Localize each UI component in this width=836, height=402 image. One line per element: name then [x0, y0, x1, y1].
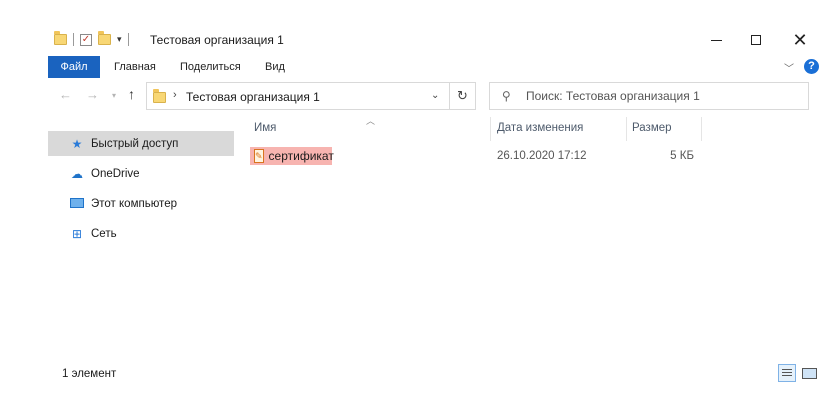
help-icon[interactable]: ? — [804, 59, 819, 74]
up-arrow-icon[interactable]: ↑ — [128, 86, 135, 102]
navigation-bar: ← → ▾ ↑ › Тестовая организация 1 ⌄ ↻ ⚲ — [0, 82, 836, 110]
recent-locations-icon[interactable]: ▾ — [112, 91, 116, 100]
tab-view[interactable]: Вид — [265, 56, 285, 78]
network-icon: ⊞ — [71, 226, 83, 241]
sidebar-item-quick-access[interactable]: ★ Быстрый доступ — [48, 131, 234, 156]
tab-file[interactable]: Файл — [48, 56, 100, 78]
sidebar-item-label: Этот компьютер — [91, 197, 177, 210]
window-title: Тестовая организация 1 — [150, 33, 284, 47]
column-header-name[interactable]: Имя — [254, 122, 276, 134]
column-divider[interactable] — [490, 117, 491, 141]
tab-home[interactable]: Главная — [114, 56, 156, 78]
tab-share[interactable]: Поделиться — [180, 56, 241, 78]
star-icon: ★ — [71, 136, 83, 151]
file-row[interactable]: ✎ сертификат 26.10.2020 17:12 5 КБ — [250, 145, 710, 167]
cloud-icon: ☁ — [71, 166, 83, 181]
sort-ascending-icon: ︿ — [366, 116, 376, 126]
sidebar-item-onedrive[interactable]: ☁ OneDrive — [48, 161, 234, 186]
refresh-button[interactable]: ↻ — [450, 82, 476, 110]
sidebar-item-label: Сеть — [91, 227, 117, 240]
minimize-icon — [710, 39, 722, 41]
computer-icon — [69, 197, 85, 211]
address-path[interactable]: Тестовая организация 1 — [186, 90, 320, 104]
close-button[interactable]: ✕ — [788, 30, 812, 50]
column-divider[interactable] — [701, 117, 702, 141]
sidebar-item-network[interactable]: ⊞ Сеть — [48, 221, 234, 246]
expand-ribbon-icon[interactable]: ﹀ — [784, 60, 794, 75]
quick-access-toolbar: ✓ ▾ — [54, 31, 129, 46]
search-input[interactable] — [526, 89, 802, 103]
column-header-size[interactable]: Размер — [632, 122, 672, 134]
file-date: 26.10.2020 17:12 — [497, 150, 587, 162]
close-icon: ✕ — [792, 29, 808, 50]
column-divider[interactable] — [626, 117, 627, 141]
toolbar-separator — [73, 33, 74, 46]
sidebar-item-label: OneDrive — [91, 167, 140, 180]
large-icons-view-icon[interactable] — [800, 364, 818, 382]
maximize-button[interactable] — [744, 30, 768, 50]
title-bar: ✓ ▾ Тестовая организация 1 ✕ — [0, 26, 836, 56]
toolbar-separator — [127, 33, 129, 46]
sidebar-item-this-pc[interactable]: Этот компьютер — [48, 191, 234, 216]
address-bar[interactable]: › Тестовая организация 1 ⌄ — [146, 82, 450, 110]
file-size: 5 КБ — [670, 150, 694, 162]
search-icon: ⚲ — [502, 89, 511, 103]
status-item-count: 1 элемент — [62, 368, 117, 380]
search-box[interactable]: ⚲ — [489, 82, 809, 110]
maximize-icon — [751, 35, 761, 45]
sidebar-item-label: Быстрый доступ — [91, 137, 179, 150]
breadcrumb-chevron-icon[interactable]: › — [173, 89, 177, 101]
new-folder-icon[interactable] — [98, 31, 111, 45]
details-view-icon[interactable] — [778, 364, 796, 382]
properties-icon[interactable]: ✓ — [80, 33, 92, 46]
file-name-cell[interactable]: ✎ сертификат — [250, 147, 334, 165]
back-arrow-icon[interactable]: ← — [59, 87, 72, 102]
ribbon-tabs: Файл Главная Поделиться Вид ﹀ ? — [0, 56, 836, 78]
folder-icon — [153, 89, 166, 103]
column-header-date[interactable]: Дата изменения — [497, 122, 583, 134]
chevron-down-icon[interactable]: ⌄ — [431, 90, 439, 101]
minimize-button[interactable] — [704, 30, 728, 50]
certificate-icon: ✎ — [254, 149, 264, 163]
forward-arrow-icon[interactable]: → — [86, 87, 99, 102]
refresh-icon: ↻ — [457, 88, 468, 103]
file-name: сертификат — [268, 149, 334, 163]
customize-toolbar-icon[interactable]: ▾ — [117, 34, 122, 45]
folder-icon — [54, 31, 67, 45]
